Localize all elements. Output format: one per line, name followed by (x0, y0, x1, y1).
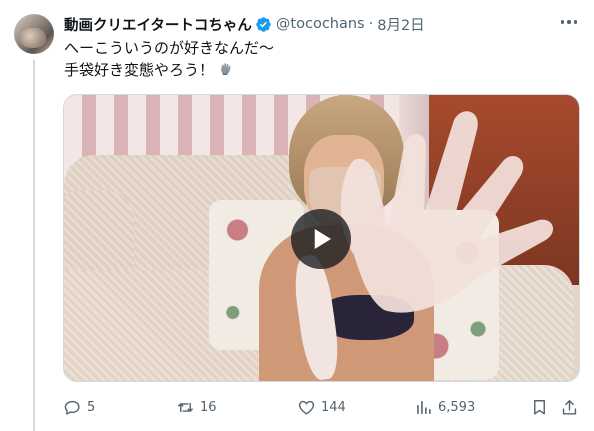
thread-line (33, 60, 35, 431)
retweet-count: 16 (200, 399, 217, 415)
like-count: 144 (321, 399, 346, 415)
retweet-icon (178, 402, 193, 412)
action-bar: 5 16 144 6,593 (63, 396, 583, 418)
more-options-button[interactable] (556, 10, 582, 34)
video-media[interactable] (63, 94, 580, 382)
more-dot-icon (567, 20, 571, 24)
share-button[interactable] (560, 396, 579, 418)
glove-emoji-icon (218, 61, 234, 77)
tweet-date[interactable]: 8月2日 (377, 14, 424, 35)
user-handle[interactable]: @tocochans (276, 16, 365, 32)
reply-icon (64, 400, 80, 415)
tweet-text-line-2: 手袋好き変態やろう！ (64, 59, 274, 81)
views-chart-icon (417, 400, 431, 414)
bookmark-button[interactable] (530, 396, 549, 418)
avatar-photo (20, 28, 46, 48)
view-count: 6,593 (438, 399, 476, 415)
verified-badge-icon[interactable] (255, 16, 272, 33)
tweet-text: へーこういうのが好きなんだ〜 手袋好き変態やろう！ (64, 37, 274, 81)
tweet-text-line: へーこういうのが好きなんだ〜 (64, 39, 275, 57)
reply-button[interactable]: 5 (63, 396, 95, 418)
separator-dot: · (368, 16, 374, 32)
retweet-button[interactable]: 16 (176, 396, 217, 418)
reply-count: 5 (87, 399, 96, 415)
views-button[interactable]: 6,593 (414, 396, 475, 418)
bookmark-icon (534, 399, 545, 415)
tweet-text-line: 手袋好き変態やろう！ (64, 61, 215, 79)
more-dot-icon (573, 20, 578, 24)
avatar[interactable] (14, 14, 54, 54)
share-icon (562, 399, 577, 415)
tweet-header: 動画クリエイタートコちゃん @tocochans · 8月2日 (64, 13, 425, 35)
more-dot-icon (560, 20, 565, 24)
display-name[interactable]: 動画クリエイタートコちゃん (64, 14, 252, 35)
raised-glove (340, 111, 554, 313)
like-button[interactable]: 144 (297, 396, 346, 418)
play-button[interactable] (291, 209, 351, 269)
heart-icon (298, 400, 315, 415)
play-icon (314, 229, 331, 249)
